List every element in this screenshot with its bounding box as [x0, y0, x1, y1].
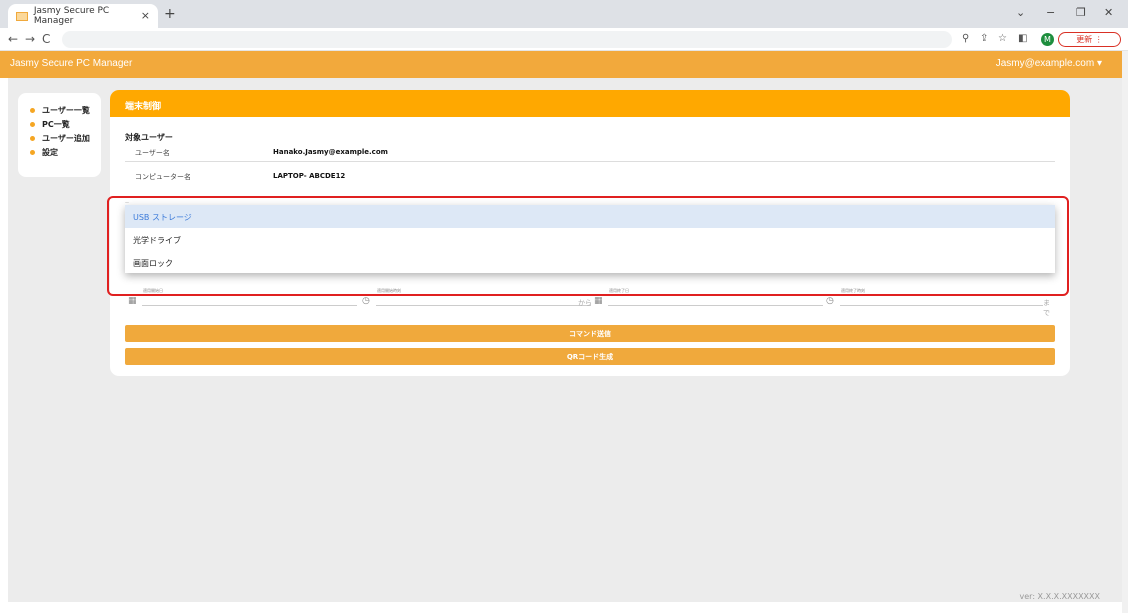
tab-title: Jasmy Secure PC Manager — [33, 6, 110, 26]
highlight-annotation — [107, 196, 1069, 296]
version-text: ver: X.X.X.XXXXXXX — [1019, 592, 1100, 601]
back-icon[interactable]: ← — [8, 32, 18, 46]
computer-name-value: LAPTOP- ABCDE12 — [273, 172, 346, 180]
minimize-icon[interactable]: − — [1046, 6, 1055, 19]
user-name-label: ユーザー名 — [135, 149, 170, 157]
field-underline — [608, 305, 823, 306]
side-panel-icon[interactable]: ◧ — [1018, 33, 1027, 44]
url-input[interactable] — [62, 31, 952, 48]
divider — [125, 161, 1055, 162]
kara-text: から — [578, 299, 592, 307]
sidebar-item-pcs[interactable]: PC一覧 — [30, 117, 101, 131]
profile-avatar[interactable]: M — [1041, 33, 1054, 46]
address-bar: ← → C ⚲ ⇪ ☆ ◧ M 更新 ⋮ — [0, 28, 1128, 51]
bullet-icon — [30, 149, 35, 155]
field-underline — [840, 305, 1043, 306]
clock-icon[interactable]: ◷ — [826, 296, 834, 306]
sidebar-item-label: PC一覧 — [42, 119, 70, 129]
user-menu[interactable]: Jasmy@example.com ▾ — [996, 58, 1102, 69]
app-header: Jasmy Secure PC Manager Jasmy@example.co… — [0, 51, 1122, 78]
browser-tab[interactable]: Jasmy Secure PC Manager × — [8, 4, 158, 28]
app-title: Jasmy Secure PC Manager — [10, 58, 133, 69]
page-scrollbar[interactable] — [1122, 51, 1128, 613]
field-underline — [142, 305, 357, 306]
new-tab-button[interactable]: + — [164, 6, 176, 22]
sidebar-item-label: ユーザー一覧 — [42, 105, 90, 115]
calendar-icon[interactable]: ▦ — [128, 296, 137, 306]
browser-tab-bar: Jasmy Secure PC Manager × + ⌄ − ❐ ✕ — [0, 0, 1128, 28]
maximize-icon[interactable]: ❐ — [1076, 6, 1086, 19]
send-command-button[interactable]: コマンド送信 — [125, 325, 1055, 342]
computer-name-row: コンピューター名 LAPTOP- ABCDE12 — [125, 166, 1055, 186]
bullet-icon — [30, 107, 35, 113]
computer-name-label: コンピューター名 — [135, 173, 191, 181]
generate-qr-button[interactable]: QRコード生成 — [125, 348, 1055, 365]
sidebar-item-label: ユーザー追加 — [42, 133, 90, 143]
tab-close-icon[interactable]: × — [141, 9, 150, 22]
tab-search-icon[interactable]: ⌄ — [1016, 6, 1025, 19]
reload-icon[interactable]: C — [42, 32, 50, 46]
sidebar-item-label: 設定 — [42, 147, 58, 157]
sidebar-item-users[interactable]: ユーザー一覧 — [30, 103, 101, 117]
user-name-value: Hanako.Jasmy@example.com — [273, 148, 388, 156]
share-icon[interactable]: ⇪ — [980, 33, 988, 44]
card-title: 端末制御 — [110, 90, 1070, 117]
forward-icon[interactable]: → — [25, 32, 35, 46]
user-name-row: ユーザー名 Hanako.Jasmy@example.com — [125, 142, 1055, 162]
favicon-icon — [16, 11, 28, 21]
calendar-icon[interactable]: ▦ — [594, 296, 603, 306]
window-close-icon[interactable]: ✕ — [1104, 6, 1113, 19]
zoom-icon[interactable]: ⚲ — [962, 33, 969, 44]
made-text: まで — [1043, 299, 1050, 317]
sidebar: ユーザー一覧 PC一覧 ユーザー追加 設定 — [18, 93, 101, 177]
sidebar-item-add-user[interactable]: ユーザー追加 — [30, 131, 101, 145]
clock-icon[interactable]: ◷ — [362, 296, 370, 306]
bookmark-star-icon[interactable]: ☆ — [998, 33, 1007, 44]
update-button[interactable]: 更新 ⋮ — [1058, 32, 1121, 47]
field-underline — [376, 305, 591, 306]
sidebar-item-settings[interactable]: 設定 — [30, 145, 101, 159]
bullet-icon — [30, 135, 35, 141]
bullet-icon — [30, 121, 35, 127]
